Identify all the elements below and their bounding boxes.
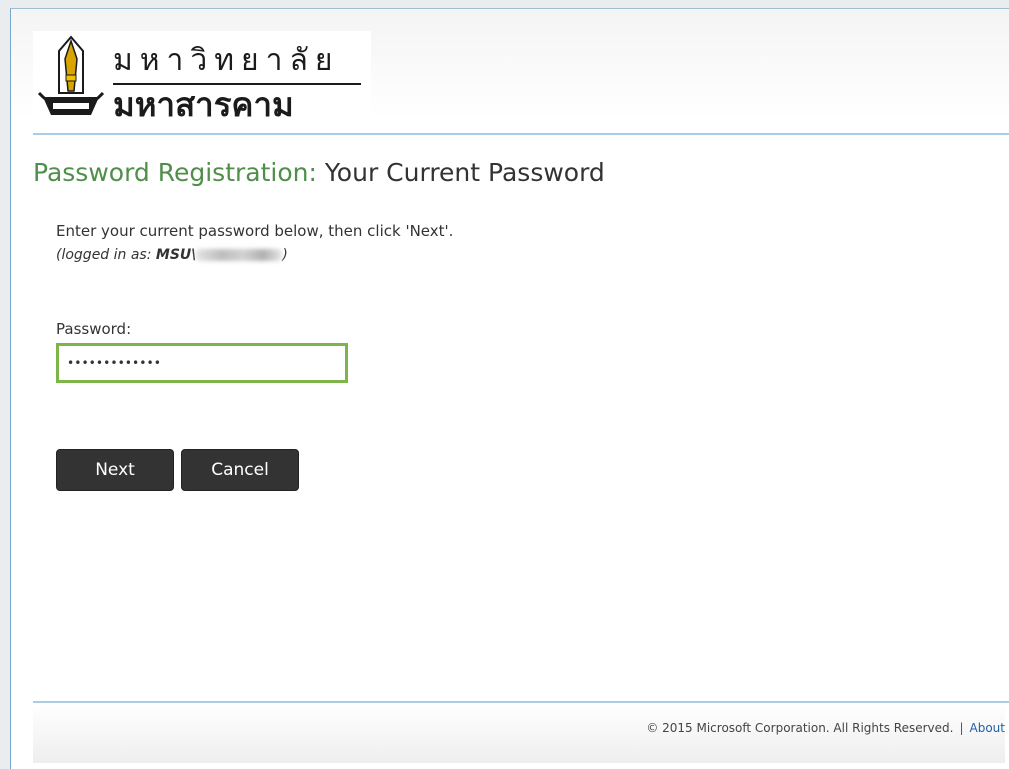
password-label: Password: [56,320,132,338]
password-input[interactable] [56,343,348,383]
instructions-block: Enter your current password below, then … [56,221,756,265]
copyright-text: © 2015 Microsoft Corporation. All Rights… [646,721,954,735]
page-title: Password Registration: Your Current Pass… [33,157,605,189]
logo-text-line1: มหาวิทยาลัย [113,43,340,78]
header: มหาวิทยาลัย มหาสารคาม [11,9,1009,133]
logged-in-user: MSU\ [155,247,197,263]
instruction-text: Enter your current password below, then … [56,222,454,240]
logged-in-as: (logged in as: MSU\) [56,245,756,265]
logged-in-prefix: (logged in as: [56,247,156,263]
logged-in-suffix: ) [282,247,288,263]
university-logo: มหาวิทยาลัย มหาสารคาม [33,31,371,127]
header-divider [33,133,1009,135]
footer-text: © 2015 Microsoft Corporation. All Rights… [646,721,1005,735]
cancel-button[interactable]: Cancel [181,449,299,491]
redacted-username [196,249,283,261]
next-button[interactable]: Next [56,449,174,491]
footer: © 2015 Microsoft Corporation. All Rights… [33,703,1005,763]
page-title-main: Your Current Password [324,158,605,187]
about-link[interactable]: About [970,721,1005,735]
logo-text-line2: มหาสารคาม [113,85,294,124]
page: มหาวิทยาลัย มหาสารคาม Password Registrat… [10,8,1009,769]
footer-separator: | [959,721,964,735]
university-seal-icon [37,35,105,115]
page-title-prefix: Password Registration: [33,158,317,187]
